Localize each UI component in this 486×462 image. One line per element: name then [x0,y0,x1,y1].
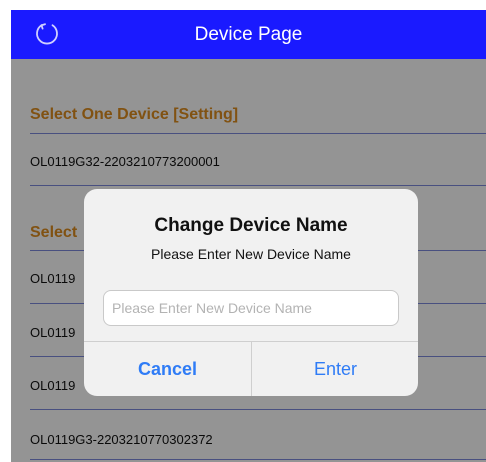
dialog-title: Change Device Name [154,215,348,236]
cancel-button[interactable]: Cancel [84,342,251,396]
change-name-dialog: Change Device Name Please Enter New Devi… [84,189,418,396]
device-page-screen: Device Page Select One Device [Setting] … [11,10,486,462]
page-title: Device Page [194,24,303,45]
navigation-bar: Device Page [11,10,486,59]
enter-button[interactable]: Enter [252,342,418,396]
dialog-message: Please Enter New Device Name [151,246,351,262]
device-name-input[interactable] [103,290,399,326]
